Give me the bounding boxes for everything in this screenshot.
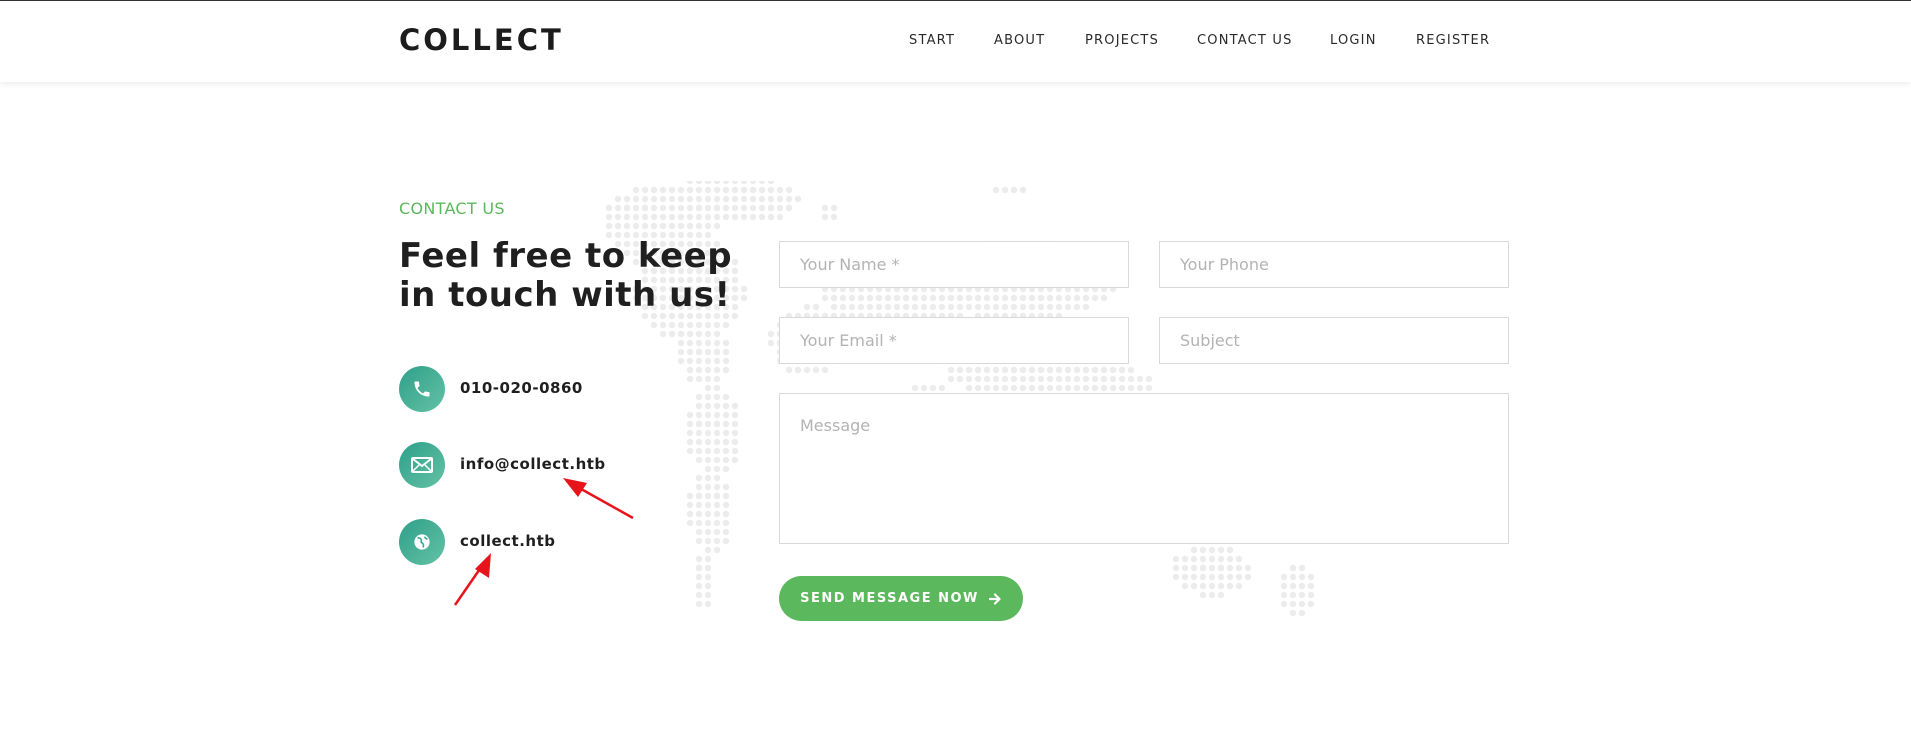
contact-phone: 010-020-0860 [399,366,659,412]
nav-start[interactable]: START [909,33,955,48]
nav-projects[interactable]: PROJECTS [1085,33,1159,48]
nav-register[interactable]: REGISTER [1416,33,1490,48]
nav-login[interactable]: LOGIN [1330,33,1377,48]
section-heading: Feel free to keep in touch with us! [399,236,733,315]
nav-about[interactable]: ABOUT [994,33,1045,48]
globe-icon [399,519,445,565]
send-button-label: SEND MESSAGE NOW [800,591,979,606]
message-field[interactable] [779,393,1509,544]
top-navbar: COLLECT START ABOUT PROJECTS CONTACT US … [0,1,1911,82]
main-nav: START ABOUT PROJECTS CONTACT US LOGIN RE… [0,33,1911,53]
send-message-button[interactable]: SEND MESSAGE NOW [779,576,1023,621]
envelope-icon [399,442,445,488]
subject-field[interactable] [1159,317,1509,364]
nav-contact-us[interactable]: CONTACT US [1197,33,1293,48]
arrow-right-icon [988,592,1001,605]
section-eyebrow: CONTACT US [399,199,505,218]
phone-field[interactable] [1159,241,1509,288]
email-field[interactable] [779,317,1129,364]
contact-email: info@collect.htb [399,442,659,488]
page: COLLECT START ABOUT PROJECTS CONTACT US … [0,0,1911,739]
email-address[interactable]: info@collect.htb [460,455,606,473]
phone-number[interactable]: 010-020-0860 [460,379,583,397]
phone-icon [399,366,445,412]
contact-website: collect.htb [399,519,659,565]
website-link[interactable]: collect.htb [460,532,556,550]
name-field[interactable] [779,241,1129,288]
